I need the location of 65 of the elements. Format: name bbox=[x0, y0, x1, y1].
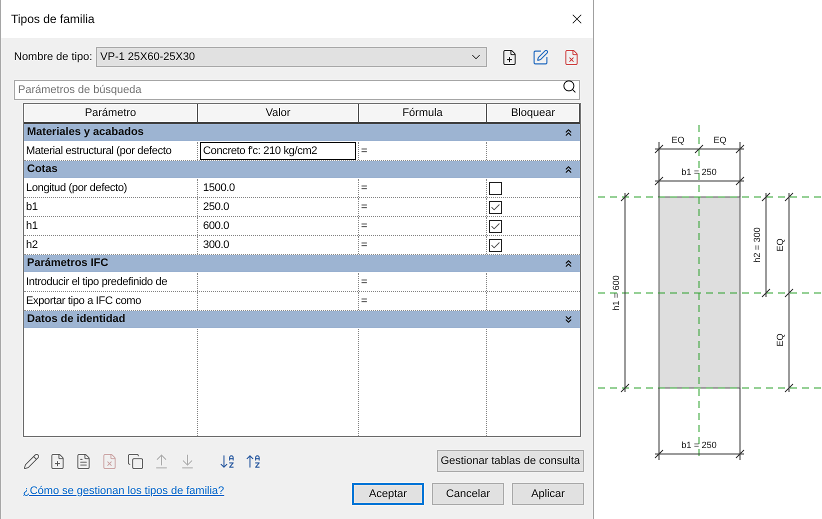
column-header[interactable]: Parámetro bbox=[24, 104, 198, 122]
help-link[interactable]: ¿Cómo se gestionan los tipos de familia? bbox=[23, 483, 224, 500]
dimension-label: EQ bbox=[775, 238, 785, 252]
type-name-dropdown[interactable]: VP-1 25X60-25X30 bbox=[96, 47, 487, 67]
new-type-icon[interactable] bbox=[501, 48, 518, 66]
formula-cell[interactable]: = bbox=[361, 295, 368, 307]
lock-checkbox[interactable] bbox=[489, 200, 502, 214]
lock-checkbox[interactable] bbox=[489, 182, 502, 194]
new-parameter-icon[interactable] bbox=[49, 452, 66, 470]
edit-icon[interactable] bbox=[23, 452, 40, 470]
column-header[interactable]: Valor bbox=[198, 104, 359, 122]
formula-cell[interactable]: = bbox=[361, 201, 368, 213]
delete-type-icon[interactable] bbox=[563, 48, 580, 66]
modify-parameter-icon[interactable] bbox=[75, 452, 92, 470]
lock-checkbox[interactable] bbox=[489, 238, 502, 252]
check-icon bbox=[490, 240, 501, 250]
value-cell[interactable]: 300.0 bbox=[200, 236, 356, 254]
value-cell[interactable]: 1500.0 bbox=[200, 179, 356, 197]
lookup-tables-button[interactable]: Gestionar tablas de consulta bbox=[436, 450, 584, 472]
group-header[interactable]: Cotas bbox=[24, 161, 580, 179]
dimension-label: b1 = 250 bbox=[681, 440, 717, 450]
parameter-cell: h2 bbox=[24, 236, 198, 254]
dimension-label: EQ bbox=[714, 135, 726, 145]
dimension-label: b1 = 250 bbox=[681, 167, 717, 177]
group-header[interactable]: Datos de identidad bbox=[24, 311, 580, 329]
value-cell[interactable]: 600.0 bbox=[200, 217, 356, 235]
search-icon bbox=[562, 79, 577, 94]
formula-cell[interactable]: = bbox=[361, 220, 368, 232]
dimension-label: EQ bbox=[775, 334, 785, 346]
column-header[interactable]: Bloquear bbox=[487, 104, 580, 122]
column-header[interactable]: Fórmula bbox=[359, 104, 487, 122]
sort-ascending-icon[interactable] bbox=[219, 452, 236, 470]
collapse-icon bbox=[563, 127, 574, 138]
parameter-cell: Longitud (por defecto) bbox=[24, 179, 198, 197]
parameter-cell: h1 bbox=[24, 217, 198, 235]
dimension-label: h2 = 300 bbox=[752, 227, 762, 263]
sort-descending-icon[interactable] bbox=[245, 452, 262, 470]
parameter-cell: Material estructural (por defecto bbox=[24, 142, 198, 160]
dialog-button[interactable]: Aplicar bbox=[512, 483, 584, 505]
collapse-icon bbox=[563, 258, 574, 269]
lock-checkbox[interactable] bbox=[489, 220, 502, 232]
dialog-button[interactable]: Cancelar bbox=[432, 483, 504, 505]
value-field[interactable]: Concreto f'c: 210 kg/cm2 bbox=[200, 142, 356, 160]
copy-icon[interactable] bbox=[127, 452, 144, 470]
type-name-label: Nombre de tipo: bbox=[14, 50, 92, 65]
formula-cell[interactable]: = bbox=[361, 182, 368, 194]
check-icon bbox=[490, 220, 501, 232]
collapse-icon bbox=[563, 164, 574, 175]
parameter-cell: b1 bbox=[24, 198, 198, 216]
value-cell[interactable]: 250.0 bbox=[200, 198, 356, 216]
formula-cell[interactable]: = bbox=[361, 276, 368, 288]
parameter-cell: Introducir el tipo predefinido de bbox=[24, 273, 198, 291]
rename-icon[interactable] bbox=[532, 48, 549, 66]
expand-icon bbox=[563, 314, 574, 325]
formula-cell[interactable]: = bbox=[361, 145, 368, 157]
parameter-cell: Exportar tipo a IFC como bbox=[24, 292, 198, 310]
dimension-label: h1 = 600 bbox=[611, 275, 621, 311]
dimension-label: EQ bbox=[672, 135, 684, 145]
dialog-button[interactable]: Aceptar bbox=[352, 483, 424, 505]
group-header[interactable]: Materiales y acabados bbox=[24, 124, 580, 142]
window-title: Tipos de familia bbox=[11, 11, 95, 28]
group-header[interactable]: Parámetros IFC bbox=[24, 255, 580, 273]
search-field[interactable]: Parámetros de búsqueda bbox=[14, 80, 580, 100]
check-icon bbox=[490, 202, 501, 212]
formula-cell[interactable]: = bbox=[361, 239, 368, 251]
